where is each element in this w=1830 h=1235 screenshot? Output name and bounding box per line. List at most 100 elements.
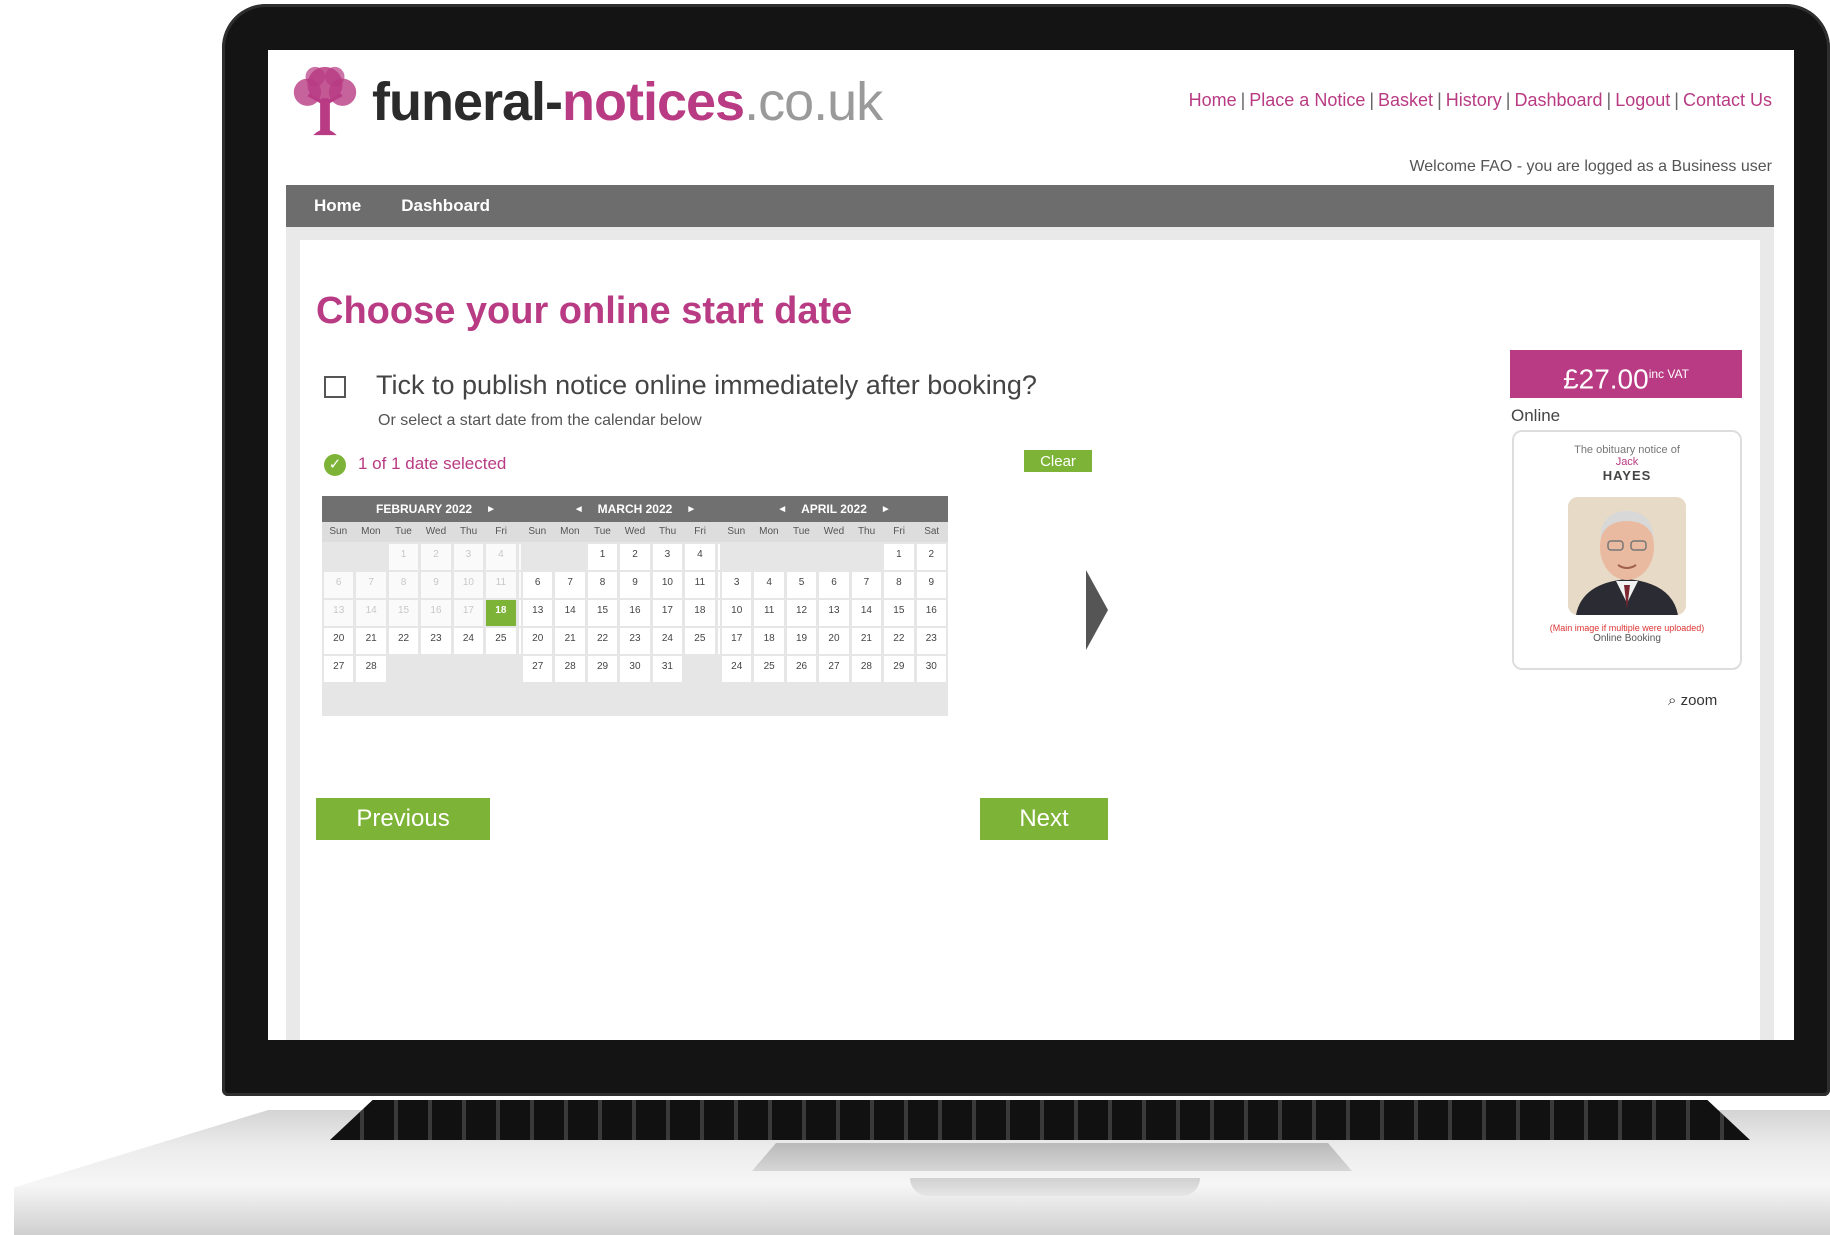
calendar-day[interactable]: 15 [587, 600, 618, 626]
calendar-month: ◄ APRIL 2022 ► Sun Mon Tue Wed Thu Fri Sat 1 2 3 4 5 6 7… [720, 496, 948, 716]
calendar-day[interactable]: 23 [421, 628, 451, 654]
calendar-day[interactable]: 2 [916, 544, 946, 570]
calendar-day[interactable]: 8 [587, 572, 618, 598]
calendar-day[interactable]: 23 [620, 628, 650, 654]
calendar-prev-icon[interactable]: ◄ [574, 504, 584, 515]
calendar-day[interactable]: 7 [851, 572, 882, 598]
calendar-day[interactable]: 25 [685, 628, 715, 654]
calendar-day[interactable]: 13 [819, 600, 849, 626]
clear-button[interactable]: Clear [1024, 450, 1092, 472]
calendar-day[interactable]: 20 [324, 628, 354, 654]
calendar-day[interactable]: 29 [884, 656, 914, 682]
top-nav-logout[interactable]: Logout [1615, 90, 1670, 110]
publish-immediately-checkbox[interactable] [324, 376, 346, 398]
calendar-day: 1 [388, 544, 419, 570]
calendar-day[interactable]: 23 [916, 628, 946, 654]
calendar-title: MARCH 2022 [597, 502, 673, 516]
calendar-day[interactable]: 22 [587, 628, 618, 654]
calendar-day[interactable]: 25 [754, 656, 784, 682]
calendar-empty-cell [555, 544, 584, 570]
calendar-day[interactable]: 10 [652, 572, 683, 598]
calendar-day[interactable]: 20 [523, 628, 553, 654]
calendar-day[interactable]: 27 [819, 656, 849, 682]
top-nav-contact[interactable]: Contact Us [1683, 90, 1772, 110]
top-navigation: Home | Place a Notice | Basket | History | Dashb… [1188, 90, 1772, 110]
calendar-day[interactable]: 30 [620, 656, 650, 682]
calendar-day-selected[interactable]: 18 [486, 600, 516, 626]
calendar-day[interactable]: 11 [685, 572, 715, 598]
calendar-day[interactable]: 14 [555, 600, 585, 626]
weekday-label: Fri [893, 526, 905, 537]
calendar-day[interactable]: 20 [819, 628, 849, 654]
next-button[interactable]: Next [980, 798, 1108, 840]
top-nav-history[interactable]: History [1446, 90, 1502, 110]
calendar-day[interactable]: 22 [884, 628, 914, 654]
calendar-day[interactable]: 27 [523, 656, 553, 682]
calendar-day[interactable]: 21 [851, 628, 882, 654]
calendar-day[interactable]: 21 [555, 628, 585, 654]
calendar-day[interactable]: 18 [754, 628, 784, 654]
calendar-day[interactable]: 18 [685, 600, 715, 626]
calendar-day[interactable]: 17 [722, 628, 752, 654]
calendar-day[interactable]: 26 [786, 656, 817, 682]
calendar-day[interactable]: 6 [819, 572, 849, 598]
top-nav-place-notice[interactable]: Place a Notice [1249, 90, 1365, 110]
calendar-day[interactable]: 27 [324, 656, 354, 682]
calendar-day[interactable]: 30 [916, 656, 946, 682]
menu-home[interactable]: Home [314, 196, 361, 216]
calendar-day[interactable]: 24 [722, 656, 752, 682]
calendar-day[interactable]: 17 [652, 600, 683, 626]
calendar-next-icon[interactable]: ► [686, 504, 696, 515]
calendar-next-icon[interactable]: ► [486, 504, 496, 515]
calendar-day[interactable]: 29 [587, 656, 618, 682]
calendar-day[interactable]: 9 [620, 572, 650, 598]
calendar-day[interactable]: 25 [486, 628, 516, 654]
weekday-label: Sun [727, 526, 746, 537]
top-nav-basket[interactable]: Basket [1378, 90, 1433, 110]
calendar-empty-cell [523, 544, 552, 570]
calendar-day[interactable]: 4 [754, 572, 784, 598]
calendar-day[interactable]: 21 [356, 628, 386, 654]
calendar-day[interactable]: 28 [356, 656, 386, 682]
calendar-day[interactable]: 16 [916, 600, 946, 626]
calendar-day[interactable]: 7 [555, 572, 585, 598]
menu-dashboard[interactable]: Dashboard [401, 196, 490, 216]
calendar-day[interactable]: 19 [786, 628, 817, 654]
calendar-prev-icon[interactable]: ◄ [777, 504, 787, 515]
calendar-day[interactable]: 11 [754, 600, 784, 626]
zoom-link[interactable]: ⌕ zoom [1668, 692, 1717, 709]
calendar-empty-cell [722, 544, 751, 570]
calendar-day[interactable]: 2 [620, 544, 650, 570]
previous-button[interactable]: Previous [316, 798, 490, 840]
calendar-day[interactable]: 10 [722, 600, 752, 626]
calendar-day[interactable]: 28 [555, 656, 585, 682]
calendar-day[interactable]: 3 [722, 572, 752, 598]
calendar-day[interactable]: 1 [587, 544, 618, 570]
top-nav-home[interactable]: Home [1189, 90, 1237, 110]
calendar-day[interactable]: 9 [916, 572, 946, 598]
notice-preview[interactable]: The obituary notice of Jack HAYES (Main … [1512, 430, 1742, 670]
calendar-day[interactable]: 24 [652, 628, 683, 654]
calendar-day[interactable]: 3 [652, 544, 683, 570]
calendar-day[interactable]: 28 [851, 656, 882, 682]
calendar-day[interactable]: 5 [786, 572, 817, 598]
calendar-next-arrow-icon[interactable] [1086, 570, 1108, 650]
calendar-day[interactable]: 12 [786, 600, 817, 626]
calendar-day[interactable]: 6 [523, 572, 553, 598]
calendar-day[interactable]: 31 [652, 656, 683, 682]
calendar-day[interactable]: 22 [388, 628, 419, 654]
calendar-day[interactable]: 15 [884, 600, 914, 626]
calendar-day[interactable]: 14 [851, 600, 882, 626]
calendar-day[interactable]: 16 [620, 600, 650, 626]
calendar-day[interactable]: 24 [453, 628, 484, 654]
weekday-label: Wed [823, 526, 845, 537]
top-nav-dashboard[interactable]: Dashboard [1514, 90, 1602, 110]
calendar-day[interactable]: 1 [884, 544, 914, 570]
calendar-day[interactable]: 4 [685, 544, 715, 570]
main-menu-bar: Home Dashboard [286, 185, 1774, 227]
calendar-next-icon[interactable]: ► [881, 504, 891, 515]
calendar-day[interactable]: 13 [523, 600, 553, 626]
site-logo[interactable]: funeral-notices.co.uk [286, 62, 883, 142]
portrait-image [1568, 497, 1686, 615]
calendar-day[interactable]: 8 [884, 572, 914, 598]
